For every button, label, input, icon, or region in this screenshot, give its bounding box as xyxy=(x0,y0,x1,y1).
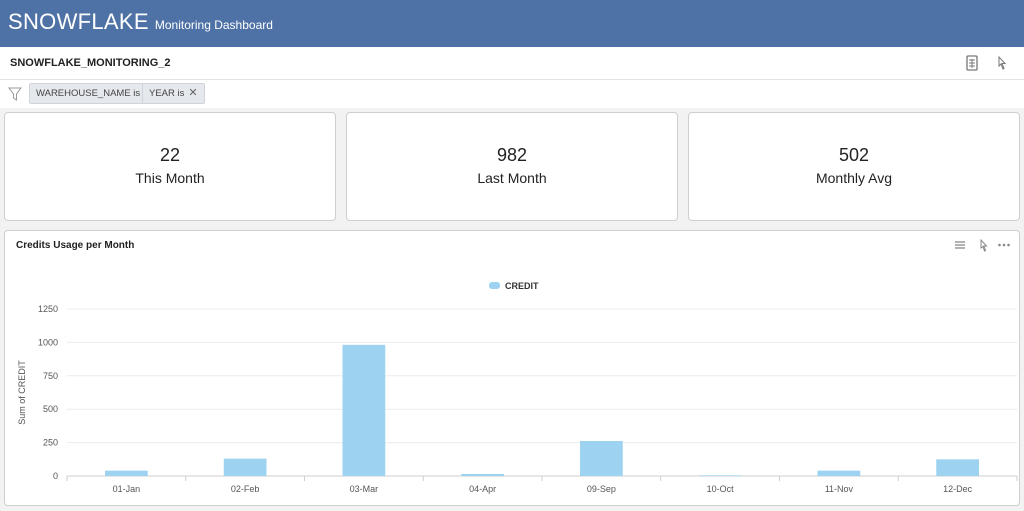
more-options-icon[interactable] xyxy=(997,239,1011,253)
x-tick-label: 11-Nov xyxy=(825,484,854,494)
bar[interactable] xyxy=(818,471,861,476)
x-tick-label: 01-Jan xyxy=(113,484,141,494)
filter-chip-warehouse[interactable]: WAREHOUSE_NAME is xyxy=(29,83,147,104)
hamburger-menu-icon[interactable] xyxy=(953,239,967,253)
bar[interactable] xyxy=(461,474,504,476)
kpi-value: 22 xyxy=(5,145,335,166)
kpi-label: Monthly Avg xyxy=(689,170,1019,186)
x-tick-label: 10-Oct xyxy=(707,484,735,494)
brand-title: SNOWFLAKE xyxy=(8,9,149,35)
chart-title: Credits Usage per Month xyxy=(16,240,134,251)
filter-chip-label: YEAR is xyxy=(149,88,184,99)
close-icon[interactable]: ✕ xyxy=(188,87,197,99)
x-tick-label: 12-Dec xyxy=(943,484,973,494)
kpi-card-this-month[interactable]: 22 This Month xyxy=(4,112,336,221)
y-tick-label: 750 xyxy=(43,371,58,381)
page-subtitle: Monitoring Dashboard xyxy=(155,18,273,32)
dashboard-toolbar: SNOWFLAKE_MONITORING_2 xyxy=(0,47,1024,80)
y-tick-label: 0 xyxy=(53,471,58,481)
bar[interactable] xyxy=(343,345,386,476)
app-header: SNOWFLAKE Monitoring Dashboard xyxy=(0,0,1024,47)
pointer-filter-icon[interactable] xyxy=(975,239,989,253)
bar[interactable] xyxy=(936,459,979,476)
dashboard-name: SNOWFLAKE_MONITORING_2 xyxy=(10,57,171,69)
kpi-card-last-month[interactable]: 982 Last Month xyxy=(346,112,678,221)
funnel-icon[interactable] xyxy=(8,86,22,102)
y-tick-label: 1000 xyxy=(38,337,58,347)
x-tick-label: 02-Feb xyxy=(231,484,260,494)
filter-chip-year[interactable]: YEAR is ✕ xyxy=(142,83,205,104)
legend-swatch xyxy=(489,282,500,289)
x-tick-label: 09-Sep xyxy=(587,484,616,494)
bar[interactable] xyxy=(580,441,623,476)
filter-bar: WAREHOUSE_NAME is YEAR is ✕ xyxy=(0,80,1024,108)
kpi-label: This Month xyxy=(5,170,335,186)
legend-label: CREDIT xyxy=(505,281,539,291)
kpi-value: 502 xyxy=(689,145,1019,166)
kpi-value: 982 xyxy=(347,145,677,166)
kpi-card-monthly-avg[interactable]: 502 Monthly Avg xyxy=(688,112,1020,221)
kpi-label: Last Month xyxy=(347,170,677,186)
bar[interactable] xyxy=(105,471,148,476)
spreadsheet-icon[interactable] xyxy=(964,55,980,71)
x-tick-label: 03-Mar xyxy=(350,484,379,494)
pointer-filter-icon[interactable] xyxy=(992,55,1008,71)
bar[interactable] xyxy=(224,459,267,476)
chart-panel: 0 250 500 750 1000 1250 Sum of CREDIT 01-Jan 02-… xyxy=(4,230,1020,506)
x-tick-label: 04-Apr xyxy=(469,484,496,494)
bar[interactable] xyxy=(699,475,742,476)
y-axis-title: Sum of CREDIT xyxy=(17,360,27,425)
y-tick-label: 500 xyxy=(43,404,58,414)
filter-chip-label: WAREHOUSE_NAME is xyxy=(36,88,140,99)
y-tick-label: 1250 xyxy=(38,304,58,314)
bar-chart: 0 250 500 750 1000 1250 Sum of CREDIT 01-Jan 02-… xyxy=(5,231,1021,507)
y-tick-label: 250 xyxy=(43,438,58,448)
